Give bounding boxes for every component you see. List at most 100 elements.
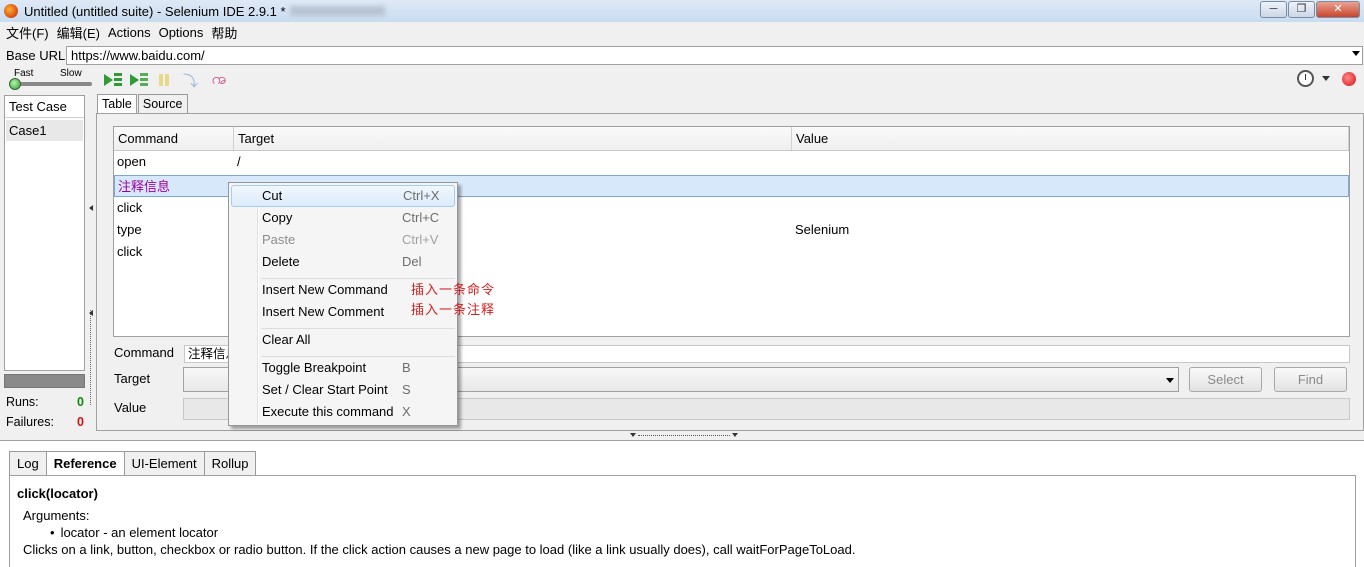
menu-item-label: Paste bbox=[262, 232, 296, 247]
select-button[interactable]: Select bbox=[1189, 367, 1262, 392]
tab-log[interactable]: Log bbox=[9, 451, 47, 476]
menu-item-shortcut: Ctrl+X bbox=[403, 188, 440, 203]
speed-track[interactable] bbox=[12, 82, 92, 86]
row-value: Selenium bbox=[795, 222, 850, 237]
row-command: type bbox=[117, 222, 142, 237]
scheduler-clock-icon[interactable] bbox=[1297, 70, 1314, 87]
step-icon[interactable] bbox=[180, 70, 200, 91]
failures-label: Failures: bbox=[6, 415, 54, 429]
menu-item-cut[interactable]: Cut Ctrl+X bbox=[231, 185, 455, 207]
failures-count: 0 bbox=[77, 415, 84, 429]
failures-stat: Failures: 0 bbox=[6, 415, 84, 429]
speed-slow-label: Slow bbox=[60, 68, 82, 79]
menu-options[interactable]: Options bbox=[155, 25, 208, 40]
row-value bbox=[792, 241, 1349, 263]
menu-item-shortcut: X bbox=[402, 404, 411, 419]
column-target[interactable]: Target bbox=[234, 127, 792, 150]
horizontal-splitter[interactable] bbox=[628, 432, 740, 439]
collapse-down-icon[interactable] bbox=[630, 433, 636, 437]
editor-tabs: Table Source bbox=[97, 94, 189, 115]
tab-source[interactable]: Source bbox=[137, 94, 188, 114]
value-label: Value bbox=[114, 400, 147, 415]
firefox-icon bbox=[4, 4, 18, 18]
menu-help[interactable]: 帮助 bbox=[207, 23, 241, 42]
target-label: Target bbox=[114, 371, 151, 386]
menu-bar: 文件(F) 编辑(E) Actions Options 帮助 bbox=[0, 22, 1364, 43]
dropdown-arrow-icon[interactable] bbox=[1352, 50, 1360, 56]
menu-item-label: Delete bbox=[262, 254, 300, 269]
menu-item-shortcut: B bbox=[402, 360, 411, 375]
menu-edit[interactable]: 编辑(E) bbox=[53, 23, 104, 42]
reference-title: click(locator) bbox=[17, 486, 98, 501]
row-command: open bbox=[117, 154, 146, 169]
menu-item-clear-all[interactable]: Clear All bbox=[231, 329, 455, 351]
base-url-input[interactable]: https://www.baidu.com/ bbox=[66, 45, 1363, 65]
menu-file[interactable]: 文件(F) bbox=[2, 23, 53, 42]
annotation-insert-comment: 插入一条注释 bbox=[411, 303, 496, 318]
menu-item-label: Cut bbox=[262, 188, 283, 203]
rollup-icon[interactable]: ꩠ bbox=[210, 71, 228, 89]
reference-argument: locator - an element locator bbox=[50, 525, 219, 540]
menu-item-copy[interactable]: Copy Ctrl+C bbox=[231, 207, 455, 229]
speed-knob[interactable] bbox=[9, 78, 21, 90]
row-value bbox=[793, 176, 1348, 196]
menu-item-set-start-point[interactable]: Set / Clear Start Point S bbox=[231, 379, 455, 401]
splitter-grip[interactable] bbox=[90, 310, 91, 405]
menu-actions[interactable]: Actions bbox=[104, 25, 155, 40]
menu-item-delete[interactable]: Delete Del bbox=[231, 251, 455, 273]
menu-item-paste[interactable]: Paste Ctrl+V bbox=[231, 229, 455, 251]
menu-item-label: Set / Clear Start Point bbox=[262, 382, 388, 397]
pause-icon[interactable] bbox=[154, 71, 174, 89]
close-button[interactable]: ✕ bbox=[1316, 1, 1360, 18]
play-suite-icon[interactable] bbox=[102, 71, 122, 89]
reference-description: Clicks on a link, button, checkbox or ra… bbox=[23, 542, 856, 557]
tab-ui-element[interactable]: UI-Element bbox=[123, 451, 205, 476]
row-command: 注释信息 bbox=[118, 179, 171, 194]
tab-table[interactable]: Table bbox=[97, 94, 137, 115]
test-case-panel: Test Case Case1 bbox=[4, 95, 85, 371]
table-row[interactable]: open / bbox=[114, 151, 1349, 173]
table-header: Command Target Value bbox=[114, 127, 1349, 151]
test-case-header: Test Case bbox=[5, 96, 84, 118]
row-command: click bbox=[117, 200, 143, 215]
menu-item-shortcut: Ctrl+C bbox=[402, 210, 440, 225]
blurred-title-suffix bbox=[289, 6, 385, 16]
bottom-pane: Log Reference UI-Element Rollup click(lo… bbox=[0, 440, 1364, 567]
speed-slider[interactable]: Fast Slow bbox=[6, 68, 96, 92]
test-case-item[interactable]: Case1 bbox=[6, 120, 83, 141]
column-command[interactable]: Command bbox=[114, 127, 234, 150]
menu-item-toggle-breakpoint[interactable]: Toggle Breakpoint B bbox=[231, 357, 455, 379]
play-test-case-icon[interactable] bbox=[128, 71, 148, 89]
runs-label: Runs: bbox=[6, 395, 39, 409]
record-icon[interactable] bbox=[1342, 71, 1356, 86]
splitter-grip[interactable] bbox=[638, 435, 730, 436]
menu-item-label: Toggle Breakpoint bbox=[262, 360, 367, 375]
minimize-button[interactable]: ─ bbox=[1260, 1, 1287, 18]
base-url-value: https://www.baidu.com/ bbox=[71, 47, 205, 63]
collapse-left-icon[interactable] bbox=[89, 310, 93, 316]
column-value[interactable]: Value bbox=[792, 127, 1349, 150]
menu-item-shortcut: Del bbox=[402, 254, 422, 269]
tab-reference[interactable]: Reference bbox=[45, 451, 125, 476]
scheduler-dropdown-icon[interactable] bbox=[1322, 76, 1330, 81]
toolbar: Fast Slow ꩠ bbox=[0, 67, 1364, 93]
target-dropdown-icon[interactable] bbox=[1166, 378, 1174, 383]
menu-item-shortcut: S bbox=[402, 382, 411, 397]
menu-item-label: Clear All bbox=[262, 332, 311, 347]
menu-item-execute-command[interactable]: Execute this command X bbox=[231, 401, 455, 423]
command-label: Command bbox=[114, 345, 174, 360]
base-url-label: Base URL bbox=[6, 47, 66, 63]
collapse-down-icon[interactable] bbox=[732, 433, 738, 437]
tab-rollup[interactable]: Rollup bbox=[203, 451, 257, 476]
row-target: / bbox=[237, 154, 241, 169]
collapse-left-icon[interactable] bbox=[89, 205, 93, 211]
vertical-splitter[interactable] bbox=[87, 95, 95, 430]
menu-item-label: Insert New Comment bbox=[262, 304, 385, 319]
maximize-button[interactable]: ❐ bbox=[1288, 1, 1315, 18]
row-command: click bbox=[117, 244, 143, 259]
bottom-tabs: Log Reference UI-Element Rollup bbox=[9, 451, 257, 476]
row-value bbox=[792, 197, 1349, 219]
find-button[interactable]: Find bbox=[1274, 367, 1347, 392]
reference-arguments-label: Arguments: bbox=[23, 508, 90, 523]
menu-item-label: Execute this command bbox=[262, 404, 394, 419]
